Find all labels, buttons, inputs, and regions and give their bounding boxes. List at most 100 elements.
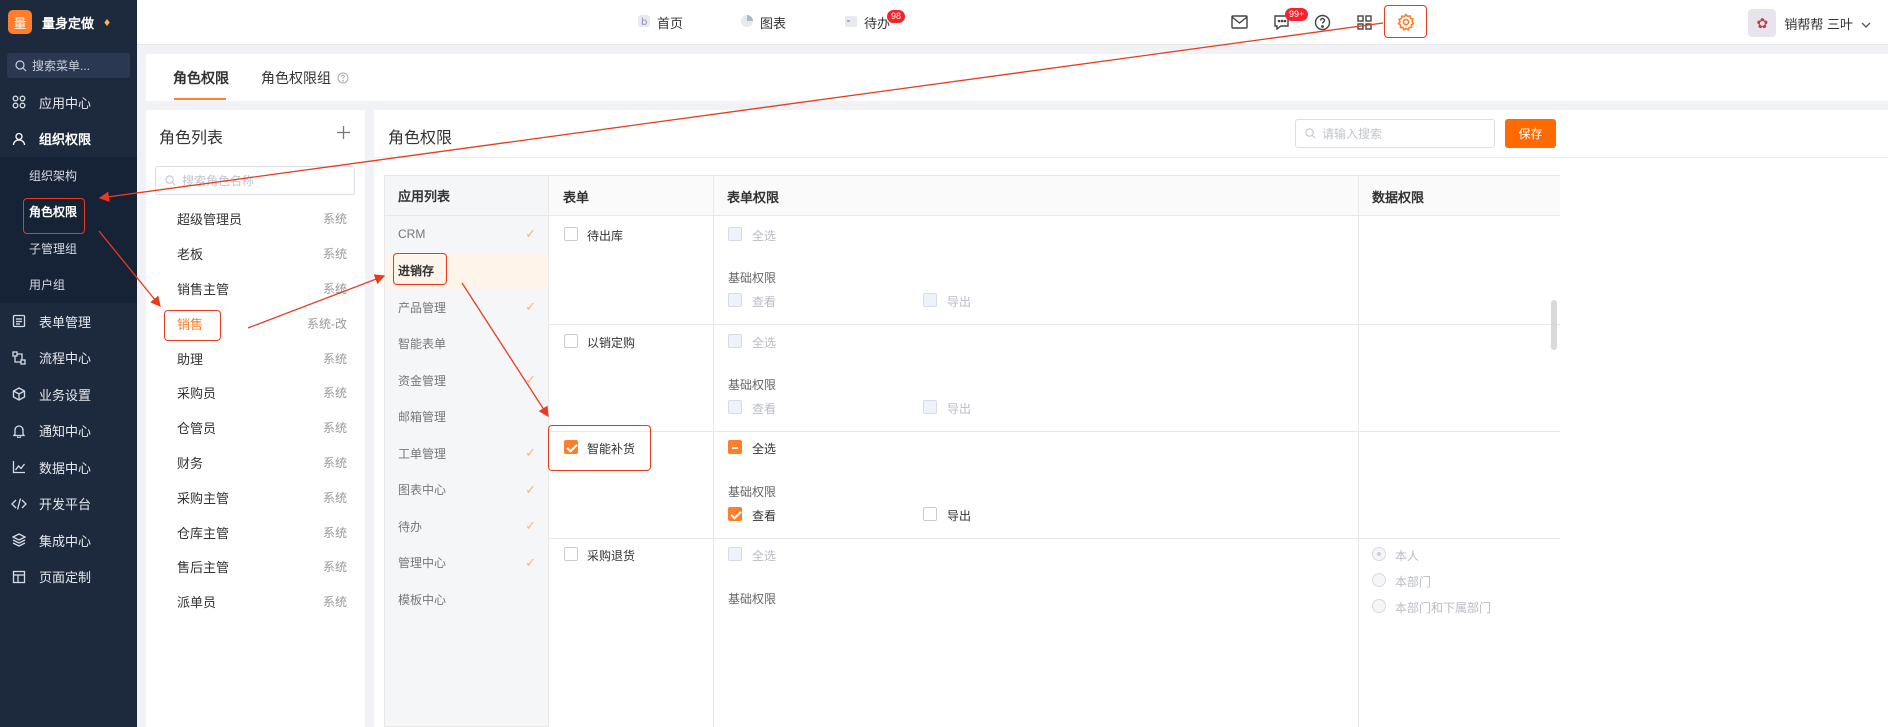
nav-todo[interactable]: 待办	[844, 0, 890, 45]
app-item-management[interactable]: 管理中心 ✓	[385, 545, 548, 582]
app-item-template[interactable]: 模板中心	[385, 581, 548, 618]
select-all-checkbox[interactable]	[728, 227, 742, 241]
save-button[interactable]: 保存	[1505, 119, 1556, 148]
annotation-box-settings	[1384, 5, 1427, 38]
app-item-crm[interactable]: CRM ✓	[385, 216, 548, 253]
sidebar-item-app-center[interactable]: 应用中心	[0, 84, 137, 121]
nav-chart[interactable]: 图表	[740, 0, 786, 45]
brand-name: 量身定做	[42, 15, 95, 31]
scrollbar[interactable]	[1551, 300, 1557, 350]
data-scope-label: 本人	[1395, 549, 1420, 563]
header-form-permission: 表单权限	[727, 189, 780, 205]
user-menu[interactable]: ✿ 销帮帮 三叶	[1748, 9, 1871, 37]
sidebar-item-page-customize[interactable]: 页面定制	[0, 559, 137, 596]
role-tag: 系统	[322, 212, 347, 226]
sidebar-item-form-management[interactable]: 表单管理	[0, 303, 137, 340]
app-item-todo[interactable]: 待办 ✓	[385, 508, 548, 545]
role-item[interactable]: 超级管理员 系统	[177, 201, 347, 236]
role-tag: 系统	[322, 282, 347, 296]
app-item-funds[interactable]: 资金管理 ✓	[385, 362, 548, 399]
sidebar-item-label: 通知中心	[39, 424, 92, 440]
role-item[interactable]: 派单员 系统	[177, 584, 347, 619]
help-icon[interactable]	[1312, 12, 1332, 32]
sidebar-item-org-permission[interactable]: 组织权限	[0, 121, 137, 158]
role-item[interactable]: 财务 系统	[177, 445, 347, 480]
tab-role-group[interactable]: 角色权限组	[261, 54, 349, 101]
role-item[interactable]: 采购员 系统	[177, 375, 347, 410]
check-icon: ✓	[525, 518, 536, 534]
sidebar-subitem-user-group[interactable]: 用户组	[0, 267, 137, 304]
tab-role-permission[interactable]: 角色权限	[173, 54, 229, 101]
sidebar-item-dev-platform[interactable]: 开发平台	[0, 486, 137, 523]
view-label: 查看	[752, 509, 777, 523]
data-scope-radio-self[interactable]	[1372, 547, 1386, 561]
sidebar-subitem-org-structure[interactable]: 组织架构	[0, 157, 137, 194]
role-name: 采购主管	[177, 491, 230, 506]
annotation-box-sales-role	[164, 310, 221, 341]
role-name: 售后主管	[177, 560, 230, 575]
menu-search-input[interactable]: 搜索菜单...	[7, 53, 130, 78]
home-icon: b	[637, 14, 651, 31]
sidebar-item-integration-center[interactable]: 集成中心	[0, 522, 137, 559]
select-all-label: 全选	[752, 336, 777, 350]
app-label: 工单管理	[398, 446, 447, 461]
apps-grid-icon[interactable]	[1354, 12, 1374, 32]
role-tag: 系统-改	[307, 317, 347, 331]
app-item-smart-form[interactable]: 智能表单	[385, 326, 548, 363]
form-checkbox[interactable]	[564, 547, 578, 561]
check-icon: ✓	[525, 554, 536, 570]
add-role-button[interactable]	[336, 125, 351, 143]
nav-home[interactable]: b 首页	[637, 0, 683, 45]
sidebar-item-business-settings[interactable]: 业务设置	[0, 376, 137, 413]
role-item[interactable]: 仓库主管 系统	[177, 515, 347, 550]
role-item[interactable]: 老板 系统	[177, 236, 347, 271]
role-tag: 系统	[322, 595, 347, 609]
form-checkbox[interactable]	[564, 334, 578, 348]
view-checkbox-checked[interactable]	[728, 507, 742, 521]
form-checkbox[interactable]	[564, 227, 578, 241]
select-all-checkbox-indeterminate[interactable]	[728, 440, 742, 454]
app-label: 邮箱管理	[398, 410, 447, 425]
sidebar-item-data-center[interactable]: 数据中心	[0, 449, 137, 486]
role-item[interactable]: 销售主管 系统	[177, 271, 347, 306]
question-icon[interactable]	[337, 72, 349, 84]
app-item-mailbox[interactable]: 邮箱管理	[385, 399, 548, 436]
row-divider	[549, 538, 1560, 539]
header-form: 表单	[563, 189, 590, 205]
export-checkbox[interactable]	[923, 293, 937, 307]
role-search-input[interactable]: 搜索角色名称	[155, 166, 355, 195]
role-list-title: 角色列表	[159, 130, 224, 147]
brand[interactable]: 量 量身定做 ♦	[0, 0, 137, 44]
form-label: 以销定购	[587, 336, 636, 350]
view-checkbox[interactable]	[728, 400, 742, 414]
sidebar-item-flow-center[interactable]: 流程中心	[0, 340, 137, 377]
data-scope-radio-department[interactable]	[1372, 573, 1386, 587]
chevron-down-icon	[1861, 16, 1871, 31]
diamond-icon: ♦	[104, 15, 111, 29]
app-label: 产品管理	[398, 300, 447, 315]
role-tag: 系统	[322, 456, 347, 470]
role-item[interactable]: 仓管员 系统	[177, 410, 347, 445]
sidebar-item-notification-center[interactable]: 通知中心	[0, 413, 137, 450]
export-checkbox[interactable]	[923, 400, 937, 414]
app-item-chart-center[interactable]: 图表中心 ✓	[385, 472, 548, 509]
mail-icon[interactable]	[1229, 12, 1249, 32]
sidebar: 量 量身定做 ♦ 搜索菜单... 应用中心 组织权限 组织架构 角色权限 子管理…	[0, 0, 137, 727]
role-item[interactable]: 采购主管 系统	[177, 480, 347, 515]
role-tag: 系统	[322, 386, 347, 400]
sidebar-subitem-sub-admin-group[interactable]: 子管理组	[0, 230, 137, 267]
app-item-ticket[interactable]: 工单管理 ✓	[385, 435, 548, 472]
app-item-product[interactable]: 产品管理 ✓	[385, 289, 548, 326]
app-label: 智能表单	[398, 337, 447, 352]
view-checkbox[interactable]	[728, 293, 742, 307]
permission-search-input[interactable]: 请输入搜索	[1295, 119, 1495, 148]
select-all-checkbox[interactable]	[728, 334, 742, 348]
select-all-checkbox[interactable]	[728, 547, 742, 561]
export-checkbox[interactable]	[923, 507, 937, 521]
basic-permission-label: 基础权限	[728, 592, 777, 606]
role-item[interactable]: 助理 系统	[177, 341, 347, 376]
sidebar-item-label: 页面定制	[39, 570, 92, 586]
role-item[interactable]: 售后主管 系统	[177, 549, 347, 584]
row-divider	[549, 431, 1560, 432]
data-scope-radio-department-sub[interactable]	[1372, 599, 1386, 613]
